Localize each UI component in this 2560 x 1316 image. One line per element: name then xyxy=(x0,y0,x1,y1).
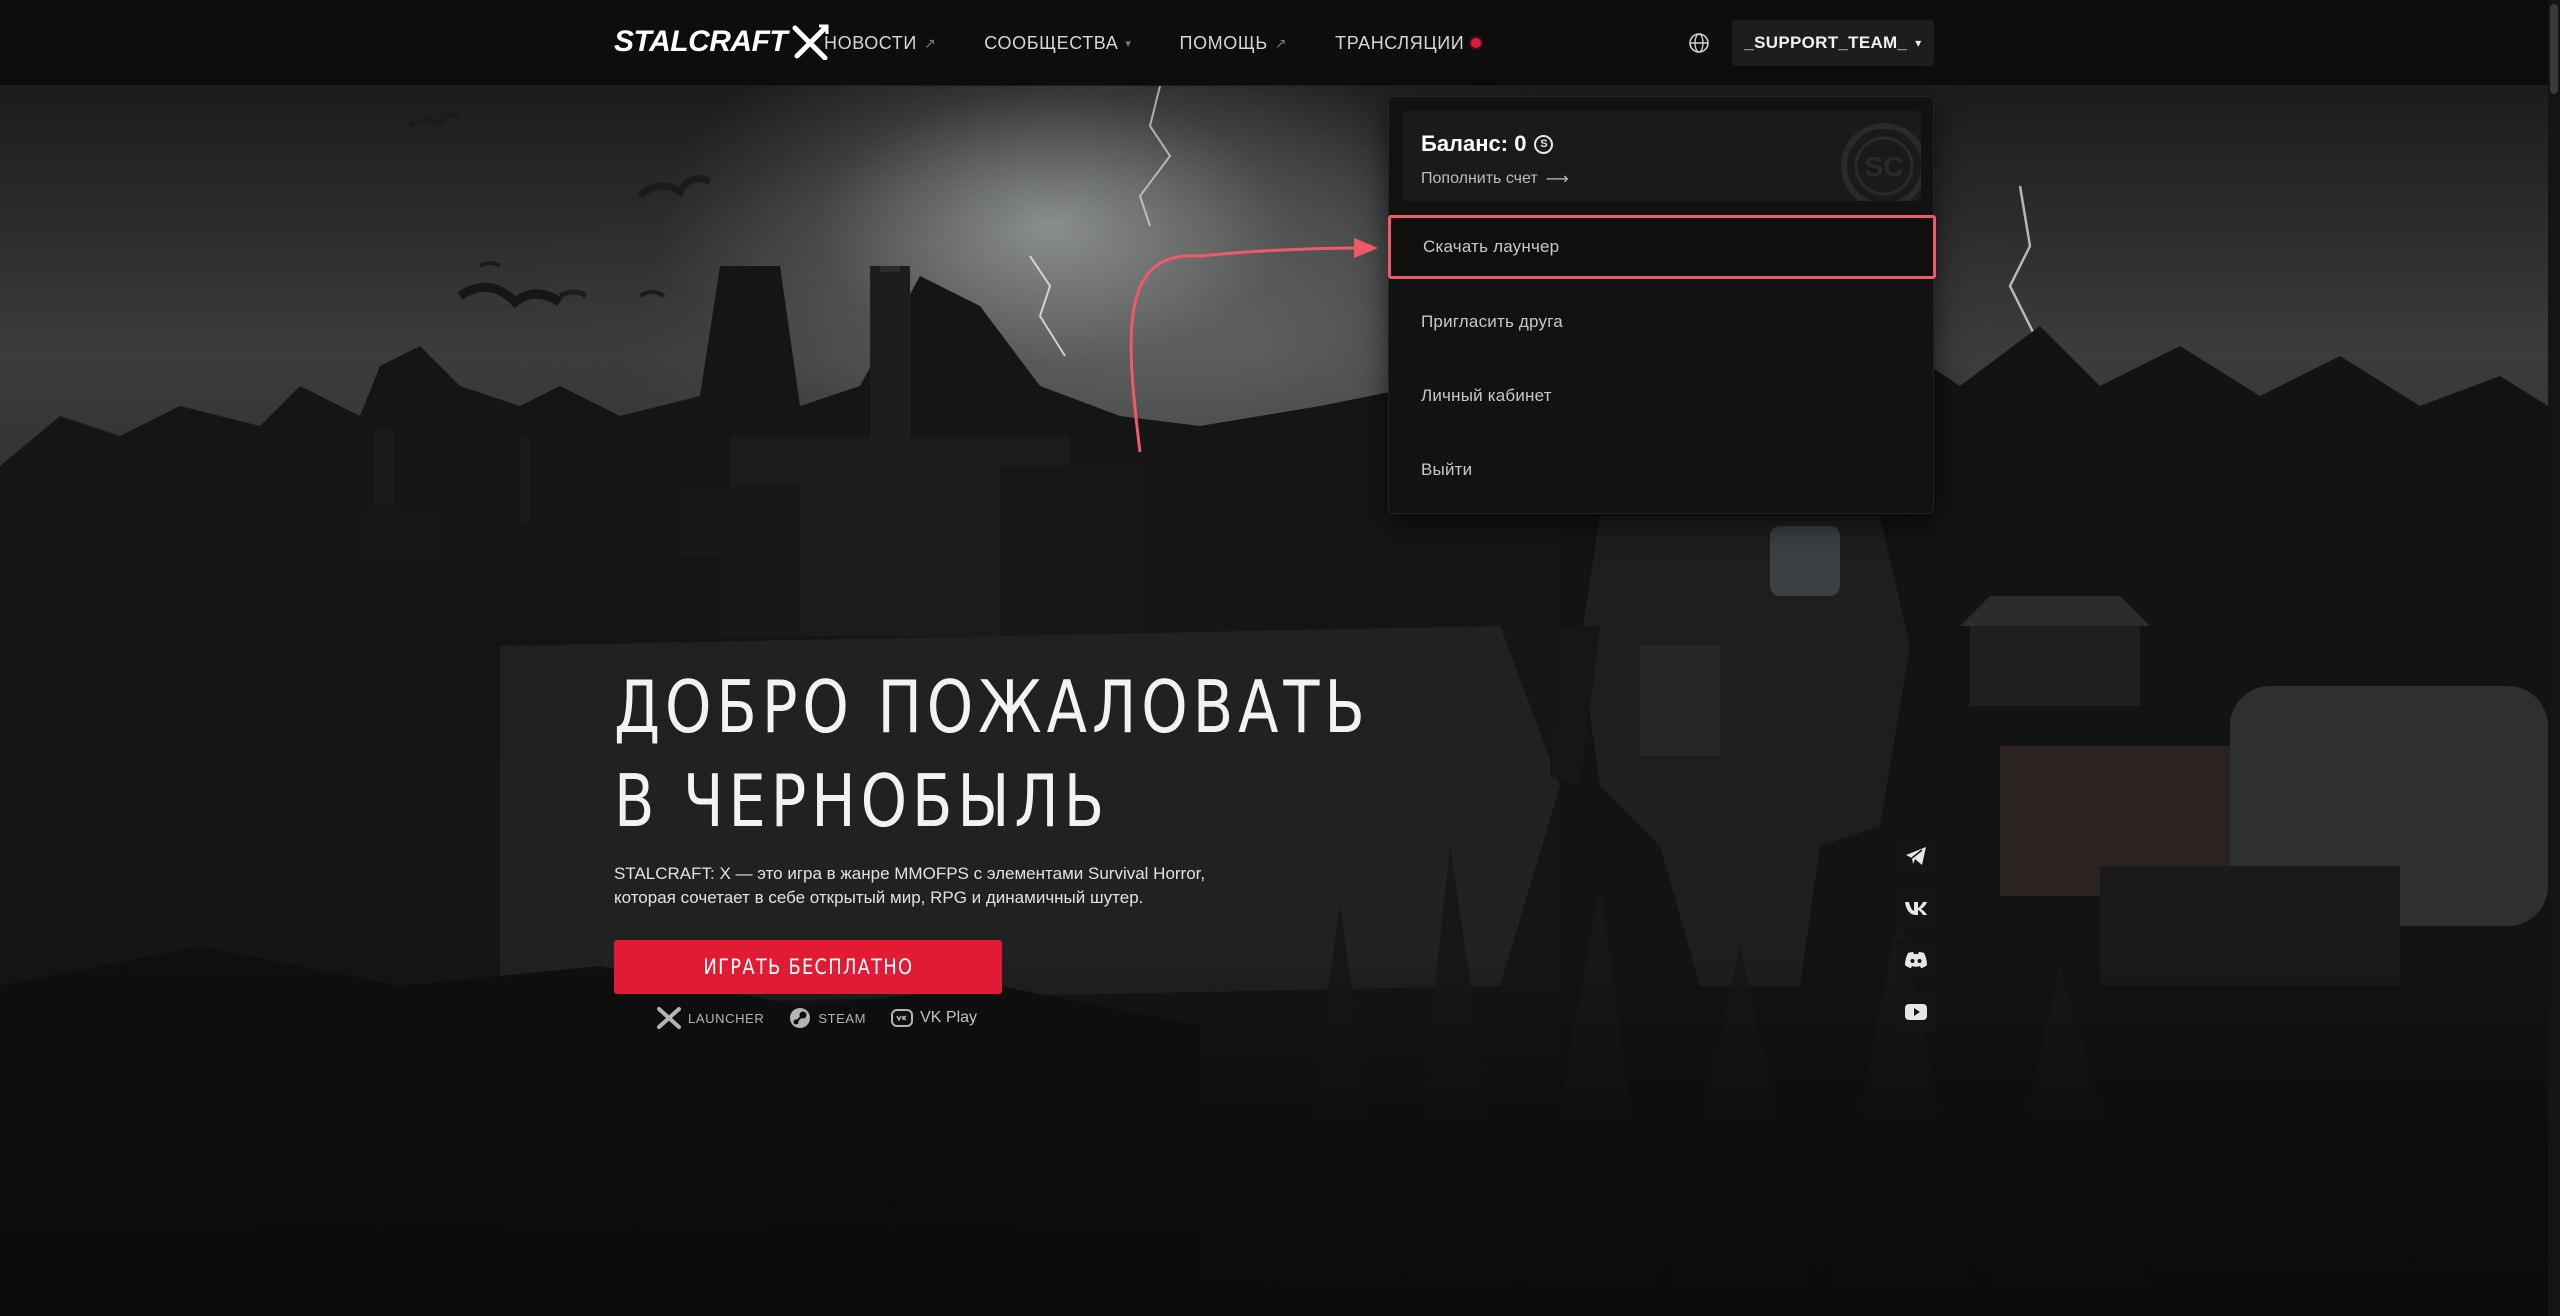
platform-steam-label: STEAM xyxy=(818,1010,867,1026)
platform-vk-play-label: VK Play xyxy=(920,1009,978,1026)
nav-streams-label: ТРАНСЛЯЦИИ xyxy=(1335,32,1465,53)
platform-steam[interactable]: STEAM xyxy=(788,1006,866,1030)
topup-link[interactable]: Пополнить счет ⟶ xyxy=(1421,169,1569,189)
user-menu-button[interactable]: _SUPPORT_TEAM_ ▾ xyxy=(1732,20,1934,66)
social-discord[interactable] xyxy=(1896,940,1936,980)
platform-links: LAUNCHER STEAM VK Play xyxy=(656,1006,977,1030)
menu-download-launcher[interactable]: Скачать лаунчер xyxy=(1388,215,1936,279)
youtube-icon xyxy=(1905,1004,1927,1020)
page-scrollbar[interactable] xyxy=(2548,0,2560,1316)
hero-title-line-1: ДОБРО ПОЖАЛОВАТЬ xyxy=(614,665,1370,749)
menu-invite-friend-label: Пригласить друга xyxy=(1421,312,1563,331)
menu-personal-account-label: Личный кабинет xyxy=(1421,386,1552,405)
main-nav: НОВОСТИ ↗ СООБЩЕСТВА ▾ ПОМОЩЬ ↗ ТРАНСЛЯЦ… xyxy=(824,0,1482,86)
social-links xyxy=(1896,836,1936,1032)
social-telegram[interactable] xyxy=(1896,836,1936,876)
logo-text: STALCRAFT xyxy=(614,25,788,58)
caret-down-icon: ▾ xyxy=(1915,36,1922,50)
hero-description-line-1: STALCRAFT: X — это игра в жанре MMOFPS с… xyxy=(614,864,1206,883)
username: _SUPPORT_TEAM_ xyxy=(1744,33,1908,52)
topup-label: Пополнить счет xyxy=(1421,170,1538,187)
hero-description-line-2: которая сочетает в себе открытый мир, RP… xyxy=(614,888,1144,907)
external-link-icon: ↗ xyxy=(923,34,937,51)
hero-bottom-fade xyxy=(0,956,2548,1316)
menu-download-launcher-label: Скачать лаунчер xyxy=(1423,237,1560,256)
social-vk[interactable] xyxy=(1896,888,1936,928)
nav-news-label: НОВОСТИ xyxy=(824,32,917,53)
live-indicator-icon xyxy=(1471,38,1482,48)
balance-title: Баланс: 0 S xyxy=(1421,131,1554,157)
hero-title: ДОБРО ПОЖАЛОВАТЬ В ЧЕРНОБЫЛЬ xyxy=(614,660,1370,848)
coin-icon: S xyxy=(1534,134,1554,154)
nav-communities-label: СООБЩЕСТВА xyxy=(984,32,1119,53)
hero-title-line-2: В ЧЕРНОБЫЛЬ xyxy=(614,759,1110,843)
social-youtube[interactable] xyxy=(1896,992,1936,1032)
launcher-x-icon xyxy=(657,1007,681,1029)
platform-launcher[interactable]: LAUNCHER xyxy=(656,1006,764,1030)
vk-icon xyxy=(1905,902,1927,915)
page: STALCRAFT НОВОСТИ ↗ СООБЩЕСТВА ▾ ПОМОЩЬ … xyxy=(0,0,2560,1316)
menu-logout[interactable]: Выйти xyxy=(1389,438,1935,502)
menu-invite-friend[interactable]: Пригласить друга xyxy=(1389,290,1935,354)
chevron-down-icon: ▾ xyxy=(1125,37,1132,50)
nav-help-label: ПОМОЩЬ xyxy=(1179,32,1268,53)
sc-watermark-icon: SC xyxy=(1841,123,1921,201)
stalcraft-logo[interactable]: STALCRAFT xyxy=(614,22,829,62)
hero-description: STALCRAFT: X — это игра в жанре MMOFPS с… xyxy=(614,862,1294,910)
nav-news[interactable]: НОВОСТИ ↗ xyxy=(824,33,936,54)
play-free-label: ИГРАТЬ БЕСПЛАТНО xyxy=(703,955,913,979)
nav-communities[interactable]: СООБЩЕСТВА ▾ xyxy=(984,33,1131,54)
nav-help[interactable]: ПОМОЩЬ ↗ xyxy=(1180,33,1288,54)
steam-icon xyxy=(790,1008,811,1028)
menu-personal-account[interactable]: Личный кабинет xyxy=(1389,364,1935,428)
nav-streams[interactable]: ТРАНСЛЯЦИИ xyxy=(1335,32,1482,54)
platform-launcher-label: LAUNCHER xyxy=(688,1010,765,1026)
site-header: STALCRAFT НОВОСТИ ↗ СООБЩЕСТВА ▾ ПОМОЩЬ … xyxy=(0,0,2548,86)
globe-icon[interactable] xyxy=(1688,32,1710,54)
balance-label: Баланс: 0 xyxy=(1421,131,1527,156)
menu-logout-label: Выйти xyxy=(1421,460,1473,479)
scrollbar-thumb[interactable] xyxy=(2550,4,2558,94)
vk-play-icon xyxy=(891,1009,914,1027)
watermark-text: SC xyxy=(1865,151,1904,182)
play-free-button[interactable]: ИГРАТЬ БЕСПЛАТНО xyxy=(614,940,1002,994)
telegram-icon xyxy=(1906,847,1926,865)
external-link-icon: ↗ xyxy=(1274,34,1288,51)
balance-card: SC Баланс: 0 S Пополнить счет ⟶ xyxy=(1403,111,1921,201)
user-dropdown: SC Баланс: 0 S Пополнить счет ⟶ Скачать … xyxy=(1388,96,1936,514)
discord-icon xyxy=(1905,952,1927,968)
platform-vk-play[interactable]: VK Play xyxy=(890,1006,977,1030)
arrow-right-icon: ⟶ xyxy=(1545,171,1569,188)
